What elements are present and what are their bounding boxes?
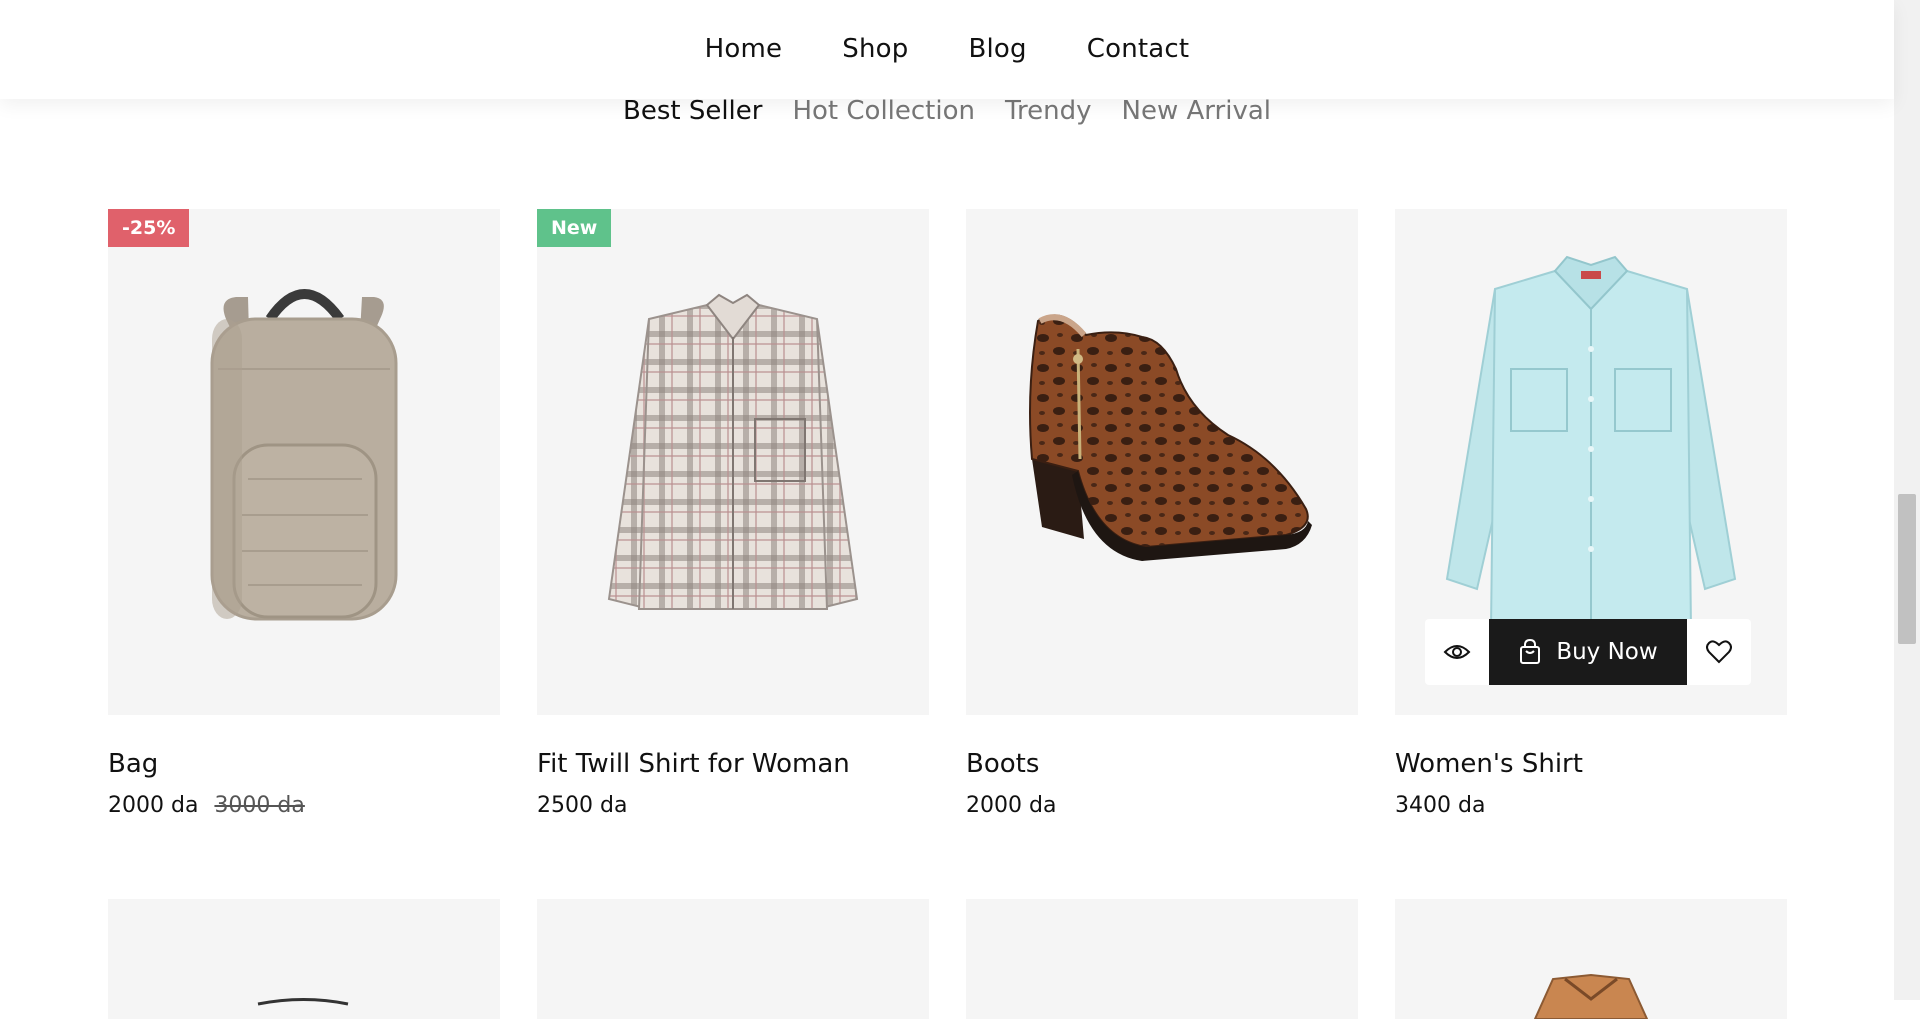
product-image-partial bbox=[257, 998, 349, 1006]
product-image-container[interactable] bbox=[1395, 899, 1787, 1019]
site-header: Home Shop Blog Contact bbox=[0, 0, 1894, 99]
price-row: 3400 da bbox=[1395, 793, 1787, 818]
tab-hot-collection[interactable]: Hot Collection bbox=[792, 96, 975, 126]
price-row: 2500 da bbox=[537, 793, 929, 818]
product-title[interactable]: Bag bbox=[108, 749, 500, 779]
product-tabs: Best Seller Hot Collection Trendy New Ar… bbox=[0, 96, 1894, 126]
product-price: 2500 da bbox=[537, 793, 628, 818]
main-nav: Home Shop Blog Contact bbox=[0, 30, 1894, 68]
tab-best-seller[interactable]: Best Seller bbox=[623, 96, 762, 126]
price-row: 2000 da 3000 da bbox=[108, 793, 500, 818]
plaid-shirt-image bbox=[607, 293, 859, 610]
product-price: 2000 da bbox=[108, 793, 199, 818]
tab-trendy[interactable]: Trendy bbox=[1005, 96, 1092, 126]
shopping-bag-icon bbox=[1520, 639, 1541, 664]
product-grid: -25% Bag 2000 da 3000 da New Fit Twill S… bbox=[108, 209, 1787, 818]
nav-home[interactable]: Home bbox=[703, 30, 785, 68]
product-actions: Buy Now bbox=[1425, 619, 1751, 685]
product-card-boots[interactable]: Boots 2000 da bbox=[966, 209, 1358, 818]
eye-icon bbox=[1443, 645, 1471, 659]
quick-view-button[interactable] bbox=[1425, 619, 1489, 685]
product-title[interactable]: Fit Twill Shirt for Woman bbox=[537, 749, 929, 779]
nav-contact[interactable]: Contact bbox=[1085, 30, 1192, 68]
scrollbar-thumb[interactable] bbox=[1898, 494, 1916, 644]
product-price: 3400 da bbox=[1395, 793, 1486, 818]
price-row: 2000 da bbox=[966, 793, 1358, 818]
tab-new-arrival[interactable]: New Arrival bbox=[1122, 96, 1271, 126]
product-image-container[interactable] bbox=[966, 209, 1358, 715]
product-image-container[interactable] bbox=[537, 899, 929, 1019]
wishlist-button[interactable] bbox=[1687, 619, 1751, 685]
product-title[interactable]: Boots bbox=[966, 749, 1358, 779]
new-badge: New bbox=[537, 209, 612, 247]
backpack-image bbox=[210, 289, 398, 621]
nav-shop[interactable]: Shop bbox=[840, 30, 910, 68]
scrollbar[interactable] bbox=[1894, 0, 1920, 1000]
buy-now-button[interactable]: Buy Now bbox=[1489, 619, 1687, 685]
product-image-container[interactable] bbox=[966, 899, 1358, 1019]
product-old-price: 3000 da bbox=[214, 793, 305, 818]
product-grid-row-2 bbox=[108, 899, 1787, 1019]
heart-icon bbox=[1706, 640, 1732, 664]
product-price: 2000 da bbox=[966, 793, 1057, 818]
product-image-container[interactable] bbox=[108, 899, 500, 1019]
nav-blog[interactable]: Blog bbox=[966, 30, 1028, 68]
brown-jacket-image-partial bbox=[1533, 973, 1649, 1019]
product-image-container[interactable]: -25% bbox=[108, 209, 500, 715]
product-card-bag[interactable]: -25% Bag 2000 da 3000 da bbox=[108, 209, 500, 818]
discount-badge: -25% bbox=[108, 209, 190, 247]
product-card-twill-shirt[interactable]: New Fit Twill Shirt for Woman 2500 da bbox=[537, 209, 929, 818]
product-image-container[interactable]: Buy Now bbox=[1395, 209, 1787, 715]
leopard-boot-image bbox=[1029, 314, 1312, 561]
product-image-container[interactable]: New bbox=[537, 209, 929, 715]
product-title[interactable]: Women's Shirt bbox=[1395, 749, 1787, 779]
product-card-womens-shirt[interactable]: Buy Now Women's Shirt 3400 da bbox=[1395, 209, 1787, 818]
buy-now-label: Buy Now bbox=[1556, 639, 1658, 665]
